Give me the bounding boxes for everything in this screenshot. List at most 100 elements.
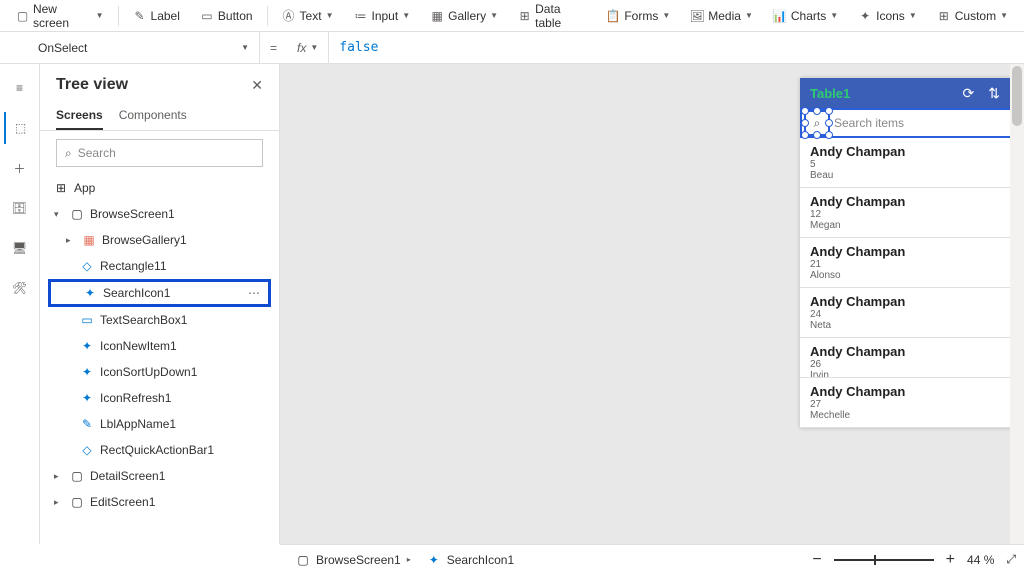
tools-icon[interactable]: 🛠 bbox=[4, 272, 36, 304]
left-rail: ≡ ⬚ ＋ 🗄 🖥 🛠 bbox=[0, 64, 40, 544]
input-icon: ≔ bbox=[353, 9, 367, 23]
selected-search-icon[interactable]: ⌕ bbox=[804, 110, 830, 136]
tree-app[interactable]: ⊞App bbox=[48, 175, 271, 201]
tree-view-icon[interactable]: ⬚ bbox=[4, 112, 36, 144]
tree-lblappname[interactable]: ✎LblAppName1 bbox=[48, 411, 271, 437]
preview-searchbar: ⌕ Search items bbox=[800, 108, 1024, 138]
preview-gallery: Andy Champan5Beau› Andy Champan12Megan› … bbox=[800, 138, 1024, 428]
preview-title: Table1 bbox=[810, 86, 850, 101]
zoom-out-button[interactable]: − bbox=[812, 551, 821, 569]
charts-menu[interactable]: 📊Charts▼ bbox=[765, 2, 846, 30]
gallery-icon: ▦ bbox=[430, 9, 444, 23]
tree-search-input[interactable]: ⌕ Search bbox=[56, 139, 263, 167]
tree-rectangle[interactable]: ◇Rectangle11 bbox=[48, 253, 271, 279]
tree-detailscreen[interactable]: ▸▢DetailScreen1 bbox=[48, 463, 271, 489]
tree-view-panel: Tree view ✕ Screens Components ⌕ Search … bbox=[40, 64, 280, 544]
sort-icon[interactable]: ⇅ bbox=[988, 85, 1000, 102]
shape-icon: ◇ bbox=[80, 259, 94, 273]
chevron-down-icon: ▼ bbox=[1000, 11, 1008, 20]
tab-screens[interactable]: Screens bbox=[56, 102, 103, 130]
list-item[interactable]: Andy Champan24Neta› bbox=[800, 288, 1024, 338]
data-icon[interactable]: 🗄 bbox=[4, 192, 36, 224]
screen-icon: ▢ bbox=[16, 9, 29, 23]
text-menu[interactable]: ⒶText▼ bbox=[274, 2, 342, 30]
datatable-button[interactable]: ⊞Data table bbox=[510, 2, 594, 30]
chevron-right-icon: ▸ bbox=[54, 497, 64, 508]
chevron-down-icon: ▼ bbox=[662, 11, 670, 20]
icon-control-icon: ✦ bbox=[80, 391, 94, 405]
label-icon: ✎ bbox=[133, 9, 147, 23]
icons-icon: ✦ bbox=[858, 9, 872, 23]
tree-iconrefresh[interactable]: ✦IconRefresh1 bbox=[48, 385, 271, 411]
textbox-icon: ▭ bbox=[80, 313, 94, 327]
icon-control-icon: ✦ bbox=[83, 286, 97, 300]
tree-editscreen[interactable]: ▸▢EditScreen1 bbox=[48, 489, 271, 515]
table-icon: ⊞ bbox=[518, 9, 531, 23]
property-selector[interactable]: OnSelect▼ bbox=[28, 32, 260, 64]
zoom-slider[interactable] bbox=[834, 559, 934, 561]
tab-components[interactable]: Components bbox=[119, 102, 187, 130]
media-rail-icon[interactable]: 🖥 bbox=[4, 232, 36, 264]
app-icon: ⊞ bbox=[54, 181, 68, 195]
screen-icon: ▢ bbox=[70, 495, 84, 509]
tree-rectquickaction[interactable]: ◇RectQuickActionBar1 bbox=[48, 437, 271, 463]
chevron-down-icon: ▼ bbox=[745, 11, 753, 20]
gallery-menu[interactable]: ▦Gallery▼ bbox=[422, 2, 506, 30]
panel-title: Tree view bbox=[56, 76, 128, 94]
label-button[interactable]: ✎Label bbox=[125, 2, 188, 30]
tree-searchicon[interactable]: ✦SearchIcon1⋯ bbox=[48, 279, 271, 307]
preview-header: Table1 ⟳ ⇅ ＋ bbox=[800, 78, 1024, 108]
separator bbox=[118, 6, 119, 26]
chevron-down-icon: ▼ bbox=[830, 11, 838, 20]
media-menu[interactable]: 🖼Media▼ bbox=[682, 2, 761, 30]
close-icon[interactable]: ✕ bbox=[251, 77, 263, 94]
zoom-value: 44 % bbox=[967, 553, 994, 567]
icon-control-icon: ✦ bbox=[80, 339, 94, 353]
canvas[interactable]: Table1 ⟳ ⇅ ＋ ⌕ Search items Andy Champ bbox=[280, 64, 1024, 544]
tree-iconnewitem[interactable]: ✦IconNewItem1 bbox=[48, 333, 271, 359]
chevron-right-icon: ▸ bbox=[66, 235, 76, 246]
input-menu[interactable]: ≔Input▼ bbox=[345, 2, 418, 30]
search-icon: ⌕ bbox=[814, 116, 821, 131]
breadcrumb-control[interactable]: ✦SearchIcon1 bbox=[419, 553, 522, 567]
refresh-icon[interactable]: ⟳ bbox=[963, 85, 975, 102]
chevron-down-icon: ▼ bbox=[490, 11, 498, 20]
vertical-scrollbar[interactable] bbox=[1010, 64, 1024, 544]
gallery-icon: ▦ bbox=[82, 233, 96, 247]
chevron-down-icon: ▼ bbox=[310, 43, 318, 52]
list-item[interactable]: Andy Champan5Beau› bbox=[800, 138, 1024, 188]
tree-browsescreen[interactable]: ▾▢BrowseScreen1 bbox=[48, 201, 271, 227]
insert-icon[interactable]: ＋ bbox=[4, 152, 36, 184]
more-icon[interactable]: ⋯ bbox=[248, 286, 262, 300]
chevron-down-icon: ▼ bbox=[96, 11, 104, 20]
chevron-down-icon: ▼ bbox=[241, 43, 249, 52]
label-icon: ✎ bbox=[80, 417, 94, 431]
tree-browsegallery[interactable]: ▸▦BrowseGallery1 bbox=[48, 227, 271, 253]
breadcrumb-screen[interactable]: ▢BrowseScreen1▸ bbox=[288, 553, 419, 567]
fx-button[interactable]: fx▼ bbox=[287, 32, 329, 63]
hamburger-icon[interactable]: ≡ bbox=[4, 72, 36, 104]
search-icon: ⌕ bbox=[65, 146, 72, 161]
custom-menu[interactable]: ⊞Custom▼ bbox=[929, 2, 1016, 30]
text-icon: Ⓐ bbox=[282, 9, 296, 23]
forms-menu[interactable]: 📋Forms▼ bbox=[598, 2, 678, 30]
screen-icon: ▢ bbox=[296, 553, 310, 567]
formula-bar: OnSelect▼ = fx▼ false bbox=[0, 32, 1024, 64]
list-item[interactable]: Andy Champan12Megan› bbox=[800, 188, 1024, 238]
forms-icon: 📋 bbox=[606, 9, 620, 23]
icons-menu[interactable]: ✦Icons▼ bbox=[850, 2, 925, 30]
list-item[interactable]: Andy Champan27Mechelle› bbox=[800, 378, 1024, 428]
zoom-in-button[interactable]: + bbox=[946, 551, 955, 569]
tree-textsearchbox[interactable]: ▭TextSearchBox1 bbox=[48, 307, 271, 333]
charts-icon: 📊 bbox=[773, 9, 787, 23]
chevron-down-icon: ▼ bbox=[909, 11, 917, 20]
button-button[interactable]: ▭Button bbox=[192, 2, 261, 30]
fullscreen-icon[interactable]: ⤢ bbox=[1006, 552, 1016, 567]
chevron-down-icon: ▼ bbox=[326, 11, 334, 20]
formula-input[interactable]: false bbox=[329, 40, 1024, 55]
list-item[interactable]: Andy Champan26Irvin› bbox=[800, 338, 1024, 378]
list-item[interactable]: Andy Champan21Alonso› bbox=[800, 238, 1024, 288]
tree-iconsortupdown[interactable]: ✦IconSortUpDown1 bbox=[48, 359, 271, 385]
status-bar: ▢BrowseScreen1▸ ✦SearchIcon1 − + 44 % ⤢ bbox=[280, 544, 1024, 574]
new-screen-button[interactable]: ▢New screen▼ bbox=[8, 2, 112, 30]
